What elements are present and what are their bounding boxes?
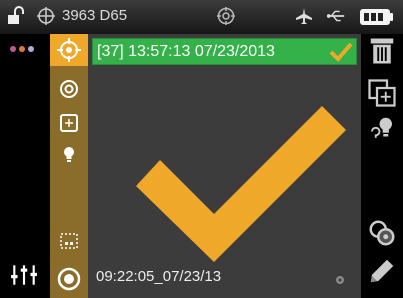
measurement-header-text: [37] 13:57:13 07/23/2013	[97, 43, 275, 60]
status-bar: 3963 D65	[0, 0, 403, 34]
bulb-icon	[64, 147, 74, 162]
measurement-panel: [37] 13:57:13 07/23/2013 09:22:05_07/23/…	[88, 34, 361, 298]
selection-box-icon	[60, 233, 78, 249]
colors-dots-icon[interactable]	[10, 44, 40, 54]
trash-icon[interactable]	[367, 36, 397, 66]
device-label: 3963 D65	[62, 7, 128, 24]
circle-target-icon	[60, 80, 78, 98]
copy-grid-icon[interactable]	[367, 78, 397, 108]
right-rail	[361, 34, 403, 298]
grid-icon	[60, 114, 78, 132]
tool-selection[interactable]	[50, 226, 88, 256]
measurement-timestamp: 09:22:05_07/23/13	[96, 268, 222, 285]
measure-button-icon	[57, 267, 81, 291]
gear-small-icon[interactable]	[335, 275, 345, 285]
crosshair-target-icon	[57, 38, 81, 62]
airplane-icon	[296, 8, 312, 24]
tool-grid[interactable]	[50, 108, 88, 138]
tool-bulb[interactable]	[50, 140, 88, 170]
tool-column	[50, 34, 88, 298]
bulb-question-icon[interactable]	[367, 114, 397, 144]
device-screen: 3963 D65 [37] 13:57:13 07/23/2013 09:22:…	[0, 0, 403, 298]
crosshair-icon	[37, 7, 55, 25]
battery-icon	[360, 9, 394, 25]
measure-button[interactable]	[50, 262, 88, 296]
target-icon	[217, 7, 235, 25]
sliders-icon[interactable]	[10, 263, 38, 287]
edit-pencil-icon[interactable]	[367, 256, 397, 286]
lock-open-icon	[8, 6, 24, 24]
tool-crosshair-selected[interactable]	[50, 34, 88, 66]
pass-check-icon	[329, 42, 353, 62]
large-checkmark-icon	[136, 106, 346, 262]
tool-circle[interactable]	[50, 74, 88, 104]
usb-icon	[326, 10, 345, 22]
settings-measure-icon[interactable]	[367, 218, 397, 248]
left-rail	[0, 34, 50, 298]
measurement-header[interactable]: [37] 13:57:13 07/23/2013	[92, 38, 357, 65]
